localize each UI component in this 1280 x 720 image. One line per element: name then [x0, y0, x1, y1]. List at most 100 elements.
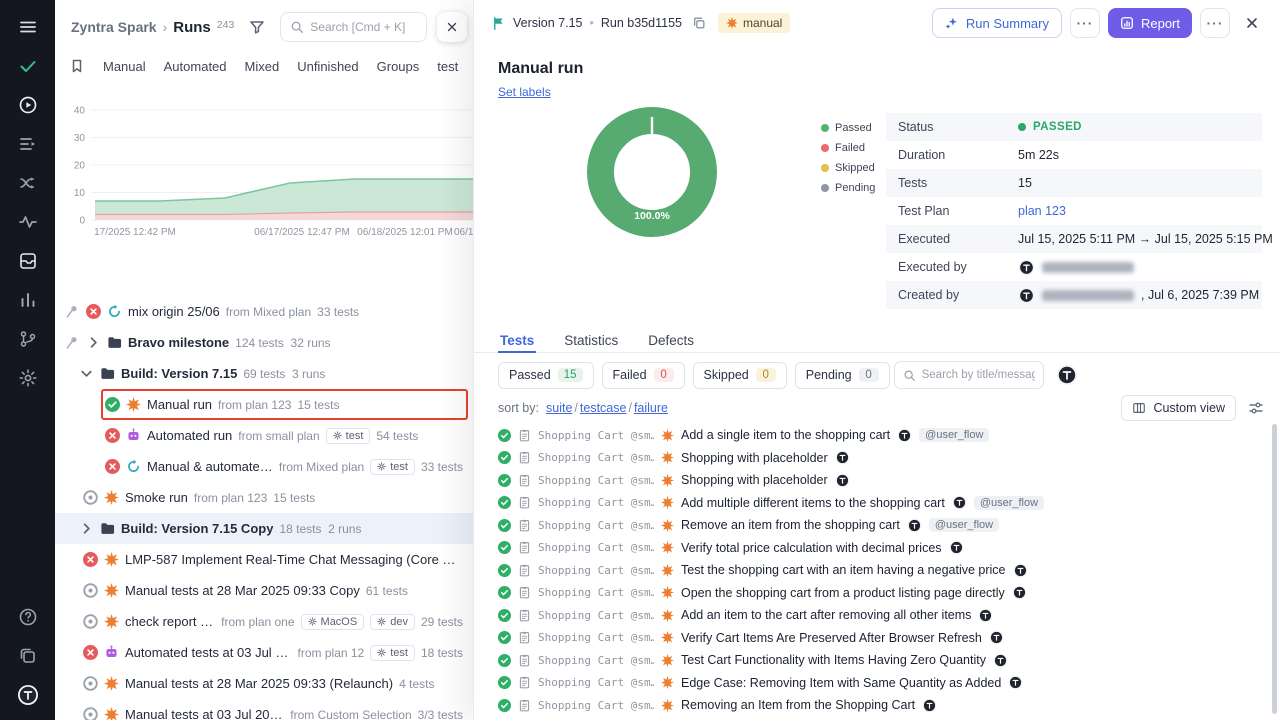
custom-view-button[interactable]: Custom view	[1121, 395, 1236, 421]
workflows-icon[interactable]	[17, 172, 39, 194]
projects-icon[interactable]	[17, 645, 39, 667]
runs-tab-groups[interactable]: Groups	[377, 59, 420, 74]
version-label[interactable]: Version 7.15	[513, 16, 583, 30]
test-row[interactable]: Shopping Cart @sm…Test Cart Functionalit…	[498, 649, 1266, 672]
run-row[interactable]: check report sharingfrom plan oneMacOSde…	[55, 606, 473, 637]
test-title: Open the shopping cart from a product li…	[681, 586, 1005, 600]
run-row[interactable]: Manual tests at 28 Mar 2025 09:33 (Relau…	[55, 668, 473, 699]
tests-search-input[interactable]	[922, 369, 1035, 381]
run-meta: 29 tests	[421, 615, 463, 629]
filter-chip-skipped[interactable]: Skipped0	[693, 362, 787, 389]
test-row[interactable]: Shopping Cart @sm…Verify Cart Items Are …	[498, 627, 1266, 650]
set-labels-link[interactable]: Set labels	[498, 85, 551, 99]
sort-separator: /	[574, 401, 577, 415]
filter-chip-failed[interactable]: Failed0	[602, 362, 685, 389]
status-passed-icon	[498, 564, 511, 577]
detail-value: plan 123	[1018, 204, 1066, 218]
copy-run-id-button[interactable]	[689, 13, 709, 33]
testcase-icon	[518, 564, 531, 577]
run-breadcrumb: Version 7.15 • Run b35d1155 manual	[491, 13, 790, 33]
badge-label: test	[390, 647, 408, 659]
run-row[interactable]: Bravo milestone124 tests 32 runs	[55, 327, 473, 358]
more-actions-button[interactable]	[1200, 8, 1230, 38]
mixed-run-icon	[107, 304, 122, 319]
sort-link-failure[interactable]: failure	[634, 401, 668, 415]
activity-icon[interactable]	[17, 211, 39, 233]
mixed-run-icon	[126, 459, 141, 474]
filter-chip-pending[interactable]: Pending0	[795, 362, 890, 389]
detail-close-button[interactable]	[1238, 9, 1266, 37]
manual-run-icon	[104, 707, 119, 720]
test-plans-icon[interactable]	[17, 133, 39, 155]
test-row[interactable]: Shopping Cart @sm…Verify total price cal…	[498, 537, 1266, 560]
sort-links: suite/testcase/failure	[544, 401, 670, 415]
test-suite-path: Shopping Cart @sm…	[538, 631, 654, 644]
runs-tab-test[interactable]: test	[437, 59, 458, 74]
filter-chip-passed[interactable]: Passed15	[498, 362, 594, 389]
report-button[interactable]: Report	[1108, 8, 1192, 38]
run-row[interactable]: Smoke runfrom plan 12315 tests	[55, 482, 473, 513]
test-cases-icon[interactable]	[17, 55, 39, 77]
run-summary-button[interactable]: Run Summary	[932, 8, 1062, 38]
status-dot-icon	[1018, 123, 1026, 131]
tab-tests[interactable]: Tests	[498, 327, 536, 353]
integrations-icon[interactable]	[17, 328, 39, 350]
view-settings-icon[interactable]	[1248, 400, 1264, 416]
detail-row: Test Planplan 123	[886, 197, 1262, 225]
test-row[interactable]: Shopping Cart @sm…Shopping with placehol…	[498, 447, 1266, 470]
report-icon	[1120, 16, 1134, 30]
run-row[interactable]: Manual tests at 28 Mar 2025 09:33 Copy61…	[55, 575, 473, 606]
inbox-icon[interactable]	[17, 250, 39, 272]
runs-tab-manual[interactable]: Manual	[103, 59, 146, 74]
test-row[interactable]: Shopping Cart @sm…Open the shopping cart…	[498, 582, 1266, 605]
testcase-icon	[518, 699, 531, 712]
test-row[interactable]: Shopping Cart @sm…Add a single item to t…	[498, 424, 1266, 447]
menu-icon[interactable]	[17, 16, 39, 38]
test-row[interactable]: Shopping Cart @sm…Edge Case: Removing It…	[498, 672, 1266, 695]
run-summary-more-button[interactable]	[1070, 8, 1100, 38]
test-row[interactable]: Shopping Cart @sm…Test the shopping cart…	[498, 559, 1266, 582]
chevron-right-icon[interactable]	[79, 521, 94, 536]
settings-icon[interactable]	[17, 367, 39, 389]
runs-panel-close-button[interactable]	[437, 12, 467, 42]
run-row[interactable]: Manual & automated runfrom Mixed plantes…	[55, 451, 473, 482]
runs-search-input[interactable]	[310, 20, 417, 34]
help-icon[interactable]	[17, 606, 39, 628]
tab-statistics[interactable]: Statistics	[562, 327, 620, 353]
chevron-down-icon[interactable]	[79, 366, 94, 381]
test-row[interactable]: Shopping Cart @sm…Add multiple different…	[498, 492, 1266, 515]
project-name[interactable]: Zyntra Spark	[71, 19, 157, 35]
sort-link-testcase[interactable]: testcase	[580, 401, 627, 415]
runs-tab-automated[interactable]: Automated	[164, 59, 227, 74]
status-passed-icon	[498, 609, 511, 622]
test-row[interactable]: Shopping Cart @sm…Shopping with placehol…	[498, 469, 1266, 492]
sort-link-suite[interactable]: suite	[546, 401, 572, 415]
test-row[interactable]: Shopping Cart @sm…Add an item to the car…	[498, 604, 1266, 627]
y-tick: 20	[74, 161, 86, 172]
run-row[interactable]: Manual tests at 03 Jul 2025 12:08from Cu…	[55, 699, 473, 720]
run-row[interactable]: LMP-587 Implement Real-Time Chat Messagi…	[55, 544, 473, 575]
user-avatar[interactable]	[17, 684, 39, 706]
test-row[interactable]: Shopping Cart @sm…Removing an Item from …	[498, 694, 1266, 717]
test-runs-icon[interactable]	[17, 94, 39, 116]
filter-label: Pending	[806, 368, 852, 382]
run-row[interactable]: mix origin 25/06from Mixed plan33 tests	[55, 296, 473, 327]
analytics-icon[interactable]	[17, 289, 39, 311]
chevron-right-icon[interactable]	[86, 335, 101, 350]
test-plan-link[interactable]: plan 123	[1018, 204, 1066, 218]
run-row[interactable]: Manual runfrom plan 12315 tests	[55, 389, 473, 420]
runs-tab-mixed[interactable]: Mixed	[245, 59, 280, 74]
run-row[interactable]: Automated runfrom small plantest54 tests	[55, 420, 473, 451]
test-row[interactable]: Shopping Cart @sm…Remove an item from th…	[498, 514, 1266, 537]
filter-button[interactable]	[244, 14, 270, 40]
run-row[interactable]: Build: Version 7.1569 tests 3 runs	[55, 358, 473, 389]
runs-tab-unfinished[interactable]: Unfinished	[297, 59, 358, 74]
assignee-filter-avatar[interactable]	[1056, 364, 1078, 386]
scrollbar-thumb[interactable]	[1272, 424, 1277, 714]
run-row[interactable]: Build: Version 7.15 Copy18 tests 2 runs	[55, 513, 473, 544]
run-row[interactable]: Automated tests at 03 Jul 2025 13:25from…	[55, 637, 473, 668]
manual-icon	[661, 474, 674, 487]
status-passed-icon	[498, 451, 511, 464]
bookmark-icon[interactable]	[69, 58, 85, 74]
tab-defects[interactable]: Defects	[646, 327, 696, 353]
